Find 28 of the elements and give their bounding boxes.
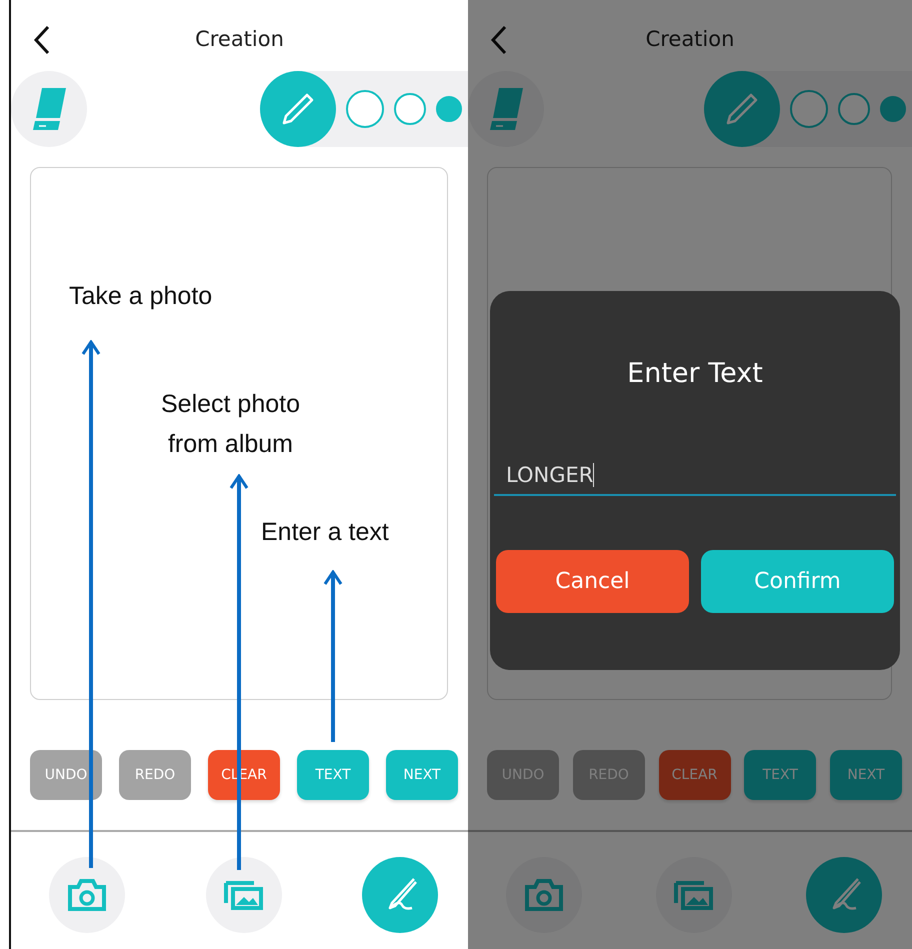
brush-size-dot[interactable] <box>436 96 462 122</box>
gallery-icon <box>674 879 714 911</box>
camera-icon <box>68 879 106 911</box>
cancel-button[interactable]: Cancel <box>496 550 689 613</box>
action-button[interactable]: CLEAR <box>658 750 730 800</box>
action-button[interactable]: NEXT <box>830 750 902 800</box>
action-button[interactable]: TEXT <box>744 750 816 800</box>
brush-size-dot[interactable] <box>880 96 906 122</box>
brush-size-dot[interactable] <box>790 90 828 128</box>
brush-size-dot[interactable] <box>346 90 384 128</box>
text-input-field[interactable]: LONGER <box>494 456 896 496</box>
screen-title: Creation <box>646 27 734 51</box>
dialog-title: Enter Text <box>627 358 763 389</box>
annotation-label: Take a photo <box>69 281 212 312</box>
eraser-icon <box>489 88 523 130</box>
action-button[interactable]: NEXT <box>386 750 458 800</box>
gallery-icon <box>224 879 264 911</box>
brush-size-dot[interactable] <box>394 93 426 125</box>
brush-size-dot[interactable] <box>838 93 870 125</box>
back-icon[interactable] <box>33 25 51 55</box>
annotation-label: Select photo from album <box>161 389 300 460</box>
annotation-label: Enter a text <box>261 517 389 548</box>
eraser-icon <box>32 88 66 130</box>
camera-icon <box>525 879 563 911</box>
drawing-canvas[interactable] <box>30 167 448 700</box>
screen-title: Creation <box>195 27 284 51</box>
action-button[interactable]: TEXT <box>297 750 369 800</box>
confirm-button[interactable]: Confirm <box>701 550 894 613</box>
